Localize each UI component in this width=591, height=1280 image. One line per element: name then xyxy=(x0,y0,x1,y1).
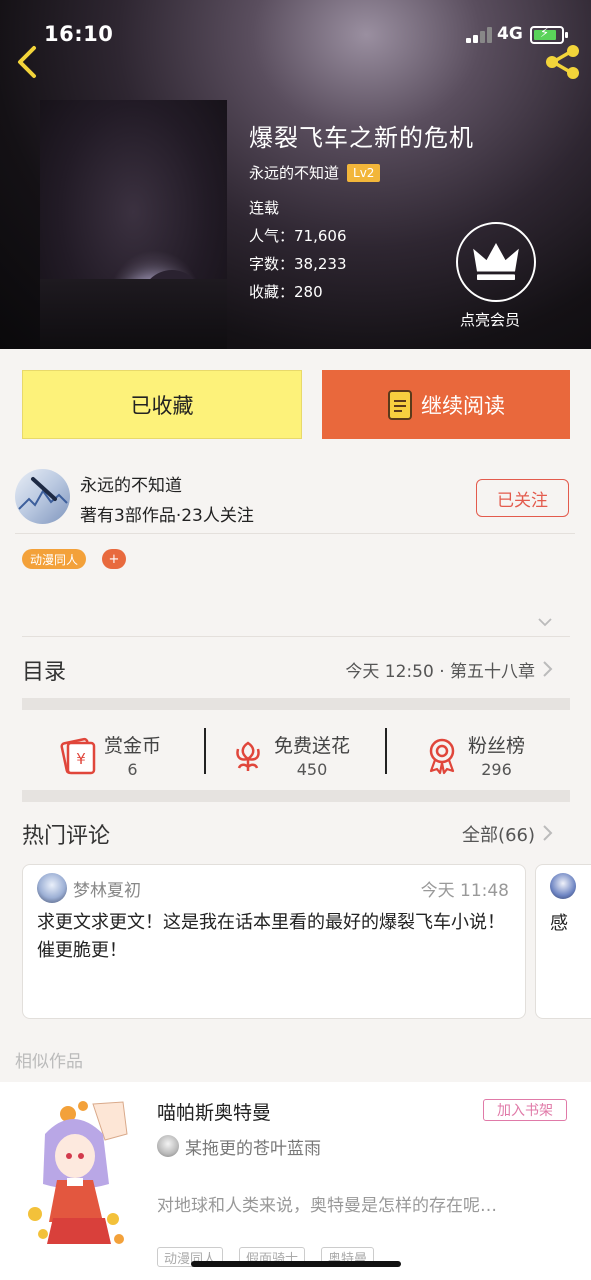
comment-card[interactable]: 梦林夏初 今天 11:48 求更文求更文！这是我在话本里看的最好的爆裂飞车小说！… xyxy=(22,864,526,1019)
network-type: 4G xyxy=(497,24,523,44)
battery-icon: ⚡ xyxy=(530,26,568,44)
toc-latest-chapter[interactable]: 今天 12:50 · 第五十八章 xyxy=(345,657,535,682)
vip-crown-button[interactable] xyxy=(456,222,536,302)
toc-label[interactable]: 目录 xyxy=(22,654,66,686)
status-bar: 16:10 4G ⚡ xyxy=(0,0,591,70)
book-icon xyxy=(388,389,412,420)
stat-label: 免费送花 xyxy=(274,735,351,757)
avatar[interactable] xyxy=(550,873,576,899)
home-indicator[interactable] xyxy=(191,1261,401,1267)
continue-reading-button[interactable]: 继续阅读 xyxy=(322,370,570,439)
chevron-right-icon[interactable] xyxy=(541,659,553,679)
similar-book-author[interactable]: 某拖更的苍叶蓝雨 xyxy=(185,1134,321,1159)
collected-button[interactable]: 已收藏 xyxy=(22,370,302,439)
add-tag-button[interactable]: + xyxy=(102,549,126,569)
vip-label[interactable]: 点亮会员 xyxy=(460,309,520,330)
follow-button[interactable]: 已关注 xyxy=(476,479,569,517)
collected-label: 已收藏 xyxy=(130,393,194,418)
divider xyxy=(22,636,570,637)
comment-user[interactable]: 梦林夏初 xyxy=(73,876,141,901)
avatar xyxy=(157,1135,179,1157)
similar-book-title[interactable]: 喵帕斯奥特曼 xyxy=(157,1098,271,1125)
flower-icon xyxy=(236,741,260,771)
book-author[interactable]: 永远的不知道 xyxy=(249,162,339,183)
divider xyxy=(204,728,206,774)
book-cover[interactable] xyxy=(40,100,227,349)
svg-text:¥: ¥ xyxy=(76,750,86,768)
hot-comments-label: 热门评论 xyxy=(22,824,111,849)
support-stats-row: ¥ 赏金币 6 免费送花 450 粉丝榜 296 xyxy=(22,720,570,790)
section-separator xyxy=(22,790,570,802)
reward-coin-stat[interactable]: ¥ 赏金币 6 xyxy=(58,720,161,790)
stat-label: 赏金币 xyxy=(104,735,162,757)
add-to-shelf-button[interactable]: 加入书架 xyxy=(483,1099,567,1121)
stat-value: 450 xyxy=(296,760,328,779)
share-icon[interactable] xyxy=(543,44,581,80)
free-flower-stat[interactable]: 免费送花 450 xyxy=(228,720,350,790)
book-word-count: 字数：38,233 xyxy=(249,255,347,273)
divider xyxy=(385,728,387,774)
book-favorites: 收藏：280 xyxy=(249,283,323,301)
back-arrow-icon[interactable] xyxy=(14,44,42,80)
book-title: 爆裂飞车之新的危机 xyxy=(249,124,474,152)
book-author-line[interactable]: 永远的不知道 Lv2 xyxy=(249,162,381,183)
book-popularity: 人气：71,606 xyxy=(249,227,347,245)
comment-time: 今天 11:48 xyxy=(420,881,509,901)
all-comments-link[interactable]: 全部(66) xyxy=(462,821,535,847)
crown-icon xyxy=(473,243,519,281)
similar-book-cover[interactable] xyxy=(23,1094,130,1254)
divider xyxy=(15,533,575,534)
genre-tag[interactable]: 动漫同人 xyxy=(22,549,87,569)
stat-value: 6 xyxy=(127,760,138,779)
follow-label: 已关注 xyxy=(497,490,548,511)
fan-ranking-stat[interactable]: 粉丝榜 296 xyxy=(422,720,525,790)
level-badge: Lv2 xyxy=(347,163,381,182)
continue-reading-label: 继续阅读 xyxy=(421,393,505,418)
comment-text: 求更文求更文！这是我在话本里看的最好的爆裂飞车小说！催更脆更！ xyxy=(37,912,505,961)
chevron-right-icon[interactable] xyxy=(541,823,553,843)
author-stats: 著有3部作品·23人关注 xyxy=(80,506,254,526)
similar-book-description: 对地球和人类来说，奥特曼是怎样的存在呢… xyxy=(157,1196,497,1216)
reward-coin-icon: ¥ xyxy=(60,737,96,775)
ribbon-award-icon xyxy=(429,738,455,775)
status-time: 16:10 xyxy=(44,22,114,46)
similar-works-label: 相似作品 xyxy=(15,1052,83,1072)
stat-label: 粉丝榜 xyxy=(468,735,526,757)
avatar[interactable] xyxy=(37,873,67,903)
comment-text: 感 xyxy=(550,913,568,934)
author-name[interactable]: 永远的不知道 xyxy=(80,471,182,496)
author-avatar[interactable] xyxy=(15,469,70,524)
book-header: 16:10 4G ⚡ 爆裂飞车之新的危机 永远的不知道 Lv2 连载 人气：71… xyxy=(0,0,591,349)
book-status: 连载 xyxy=(249,199,280,217)
section-separator xyxy=(22,698,570,710)
signal-icon xyxy=(466,27,494,43)
stat-value: 296 xyxy=(481,760,512,779)
similar-book-card[interactable]: 喵帕斯奥特曼 加入书架 某拖更的苍叶蓝雨 对地球和人类来说，奥特曼是怎样的存在呢… xyxy=(0,1082,591,1280)
comment-card[interactable]: 感 xyxy=(535,864,591,1019)
chevron-down-icon[interactable] xyxy=(537,616,553,628)
